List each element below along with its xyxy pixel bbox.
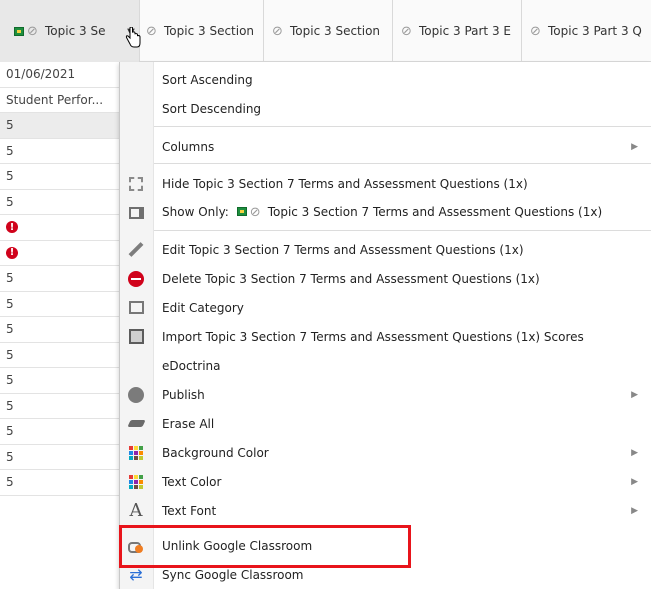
date-cell: 01/06/2021: [0, 62, 120, 88]
menu-item-label: eDoctrina: [162, 358, 221, 373]
hand-cursor-icon: [125, 27, 141, 48]
eraser-icon: [126, 414, 146, 434]
column-header-label: Topic 3 Part 3 E: [419, 24, 511, 38]
column-context-menu: Sort Ascending Sort Descending Columns ▶…: [119, 62, 651, 589]
score-cell[interactable]: 5: [0, 164, 120, 190]
column-header-3[interactable]: ⊘ Topic 3 Section: [264, 0, 393, 62]
score-cell[interactable]: 5: [0, 113, 120, 139]
menu-item-hide-column[interactable]: Hide Topic 3 Section 7 Terms and Assessm…: [120, 169, 651, 198]
menu-item-text-font[interactable]: A Text Font ▶: [120, 496, 651, 525]
column-header-2[interactable]: ⊘ Topic 3 Section: [140, 0, 264, 62]
link-icon: ⊘: [530, 23, 541, 39]
menu-divider: [154, 163, 651, 164]
menu-item-label: Edit Category: [162, 300, 244, 315]
submenu-arrow-icon: ▶: [631, 476, 638, 487]
menu-item-label: Publish: [162, 387, 205, 402]
edit-category-icon: [126, 298, 146, 318]
hide-column-icon: [126, 174, 146, 194]
color-grid-icon: [126, 443, 146, 463]
menu-item-erase-all[interactable]: Erase All: [120, 409, 651, 438]
menu-item-columns[interactable]: Columns ▶: [120, 132, 651, 161]
column-header-label: Topic 3 Part 3 Q: [548, 24, 642, 38]
menu-item-background-color[interactable]: Background Color ▶: [120, 438, 651, 467]
column-header-4[interactable]: ⊘ Topic 3 Part 3 E: [393, 0, 522, 62]
google-classroom-icon: [14, 26, 24, 36]
score-cell[interactable]: 5: [0, 292, 120, 317]
menu-item-label: Delete Topic 3 Section 7 Terms and Asses…: [162, 271, 540, 286]
column-header-1[interactable]: ⊘ Topic 3 Se: [0, 0, 140, 62]
alert-icon: !: [6, 246, 18, 259]
menu-item-label: Edit Topic 3 Section 7 Terms and Assessm…: [162, 242, 524, 257]
alert-icon: !: [6, 221, 18, 234]
score-cell[interactable]: 5: [0, 317, 120, 343]
menu-item-edoctrina[interactable]: eDoctrina: [120, 351, 651, 380]
menu-item-label: Sort Ascending: [162, 72, 253, 87]
menu-item-edit-category[interactable]: Edit Category: [120, 293, 651, 322]
font-icon: A: [129, 500, 143, 521]
submenu-arrow-icon: ▶: [631, 505, 638, 516]
menu-divider: [154, 126, 651, 127]
menu-item-label: Columns: [162, 139, 215, 154]
score-cell[interactable]: !: [0, 241, 120, 266]
link-icon: ⊘: [401, 23, 412, 39]
menu-item-label: Background Color: [162, 445, 269, 460]
menu-item-import-scores[interactable]: Import Topic 3 Section 7 Terms and Asses…: [120, 322, 651, 351]
menu-item-label: Import Topic 3 Section 7 Terms and Asses…: [162, 329, 584, 344]
menu-item-sort-descending[interactable]: Sort Descending: [120, 94, 651, 123]
grade-column: 01/06/2021 Student Perfor... 5 5 5 5 ! !…: [0, 62, 120, 496]
link-icon: ⊘: [146, 23, 157, 39]
menu-item-label: Hide Topic 3 Section 7 Terms and Assessm…: [162, 176, 528, 191]
score-cell[interactable]: 5: [0, 394, 120, 419]
score-cell[interactable]: !: [0, 215, 120, 241]
score-cell[interactable]: 5: [0, 266, 120, 292]
menu-item-publish[interactable]: Publish ▶: [120, 380, 651, 409]
score-cell[interactable]: 5: [0, 343, 120, 368]
link-icon: ⊘: [249, 205, 261, 220]
score-cell[interactable]: 5: [0, 368, 120, 394]
menu-item-edit-column[interactable]: Edit Topic 3 Section 7 Terms and Assessm…: [120, 235, 651, 264]
delete-icon: [126, 269, 146, 289]
menu-item-show-only[interactable]: Show Only: ⊘ Topic 3 Section 7 Terms and …: [120, 198, 651, 227]
import-icon: [126, 327, 146, 347]
menu-item-label: Show Only: ⊘ Topic 3 Section 7 Terms and …: [162, 205, 602, 220]
score-cell[interactable]: 5: [0, 470, 120, 496]
score-cell[interactable]: 5: [0, 419, 120, 445]
gradebook-header: ⊘ Topic 3 Se ▼ ⊘ Topic 3 Section ⊘ Topic…: [0, 0, 651, 62]
score-cell[interactable]: 5: [0, 445, 120, 470]
publish-icon: [126, 385, 146, 405]
color-grid-icon: [126, 472, 146, 492]
menu-item-label: Sync Google Classroom: [162, 567, 304, 582]
menu-item-sort-ascending[interactable]: Sort Ascending: [120, 65, 651, 94]
menu-item-text-color[interactable]: Text Color ▶: [120, 467, 651, 496]
column-header-label: Topic 3 Section: [290, 24, 381, 38]
show-only-name: Topic 3 Section 7 Terms and Assessment Q…: [267, 205, 603, 219]
highlight-box: [119, 525, 411, 568]
column-header-5[interactable]: ⊘ Topic 3 Part 3 Q: [522, 0, 651, 62]
submenu-arrow-icon: ▶: [631, 447, 638, 458]
category-cell: Student Perfor...: [0, 88, 120, 113]
show-only-prefix: Show Only:: [162, 205, 229, 219]
menu-item-label: Erase All: [162, 416, 215, 431]
show-only-icon: [126, 203, 146, 223]
menu-item-label: Sort Descending: [162, 101, 262, 116]
link-icon: ⊘: [272, 23, 283, 39]
link-icon: ⊘: [27, 23, 38, 39]
google-classroom-icon: [236, 207, 247, 216]
menu-item-delete-column[interactable]: Delete Topic 3 Section 7 Terms and Asses…: [120, 264, 651, 293]
menu-item-label: Text Color: [162, 474, 222, 489]
pencil-icon: [126, 240, 146, 260]
score-cell[interactable]: 5: [0, 190, 120, 215]
score-cell[interactable]: 5: [0, 139, 120, 164]
submenu-arrow-icon: ▶: [631, 389, 638, 400]
column-header-label: Topic 3 Section: [164, 24, 255, 38]
menu-divider: [154, 230, 651, 231]
menu-item-label: Text Font: [162, 503, 217, 518]
submenu-arrow-icon: ▶: [631, 141, 638, 152]
column-header-label: Topic 3 Se: [45, 24, 106, 38]
